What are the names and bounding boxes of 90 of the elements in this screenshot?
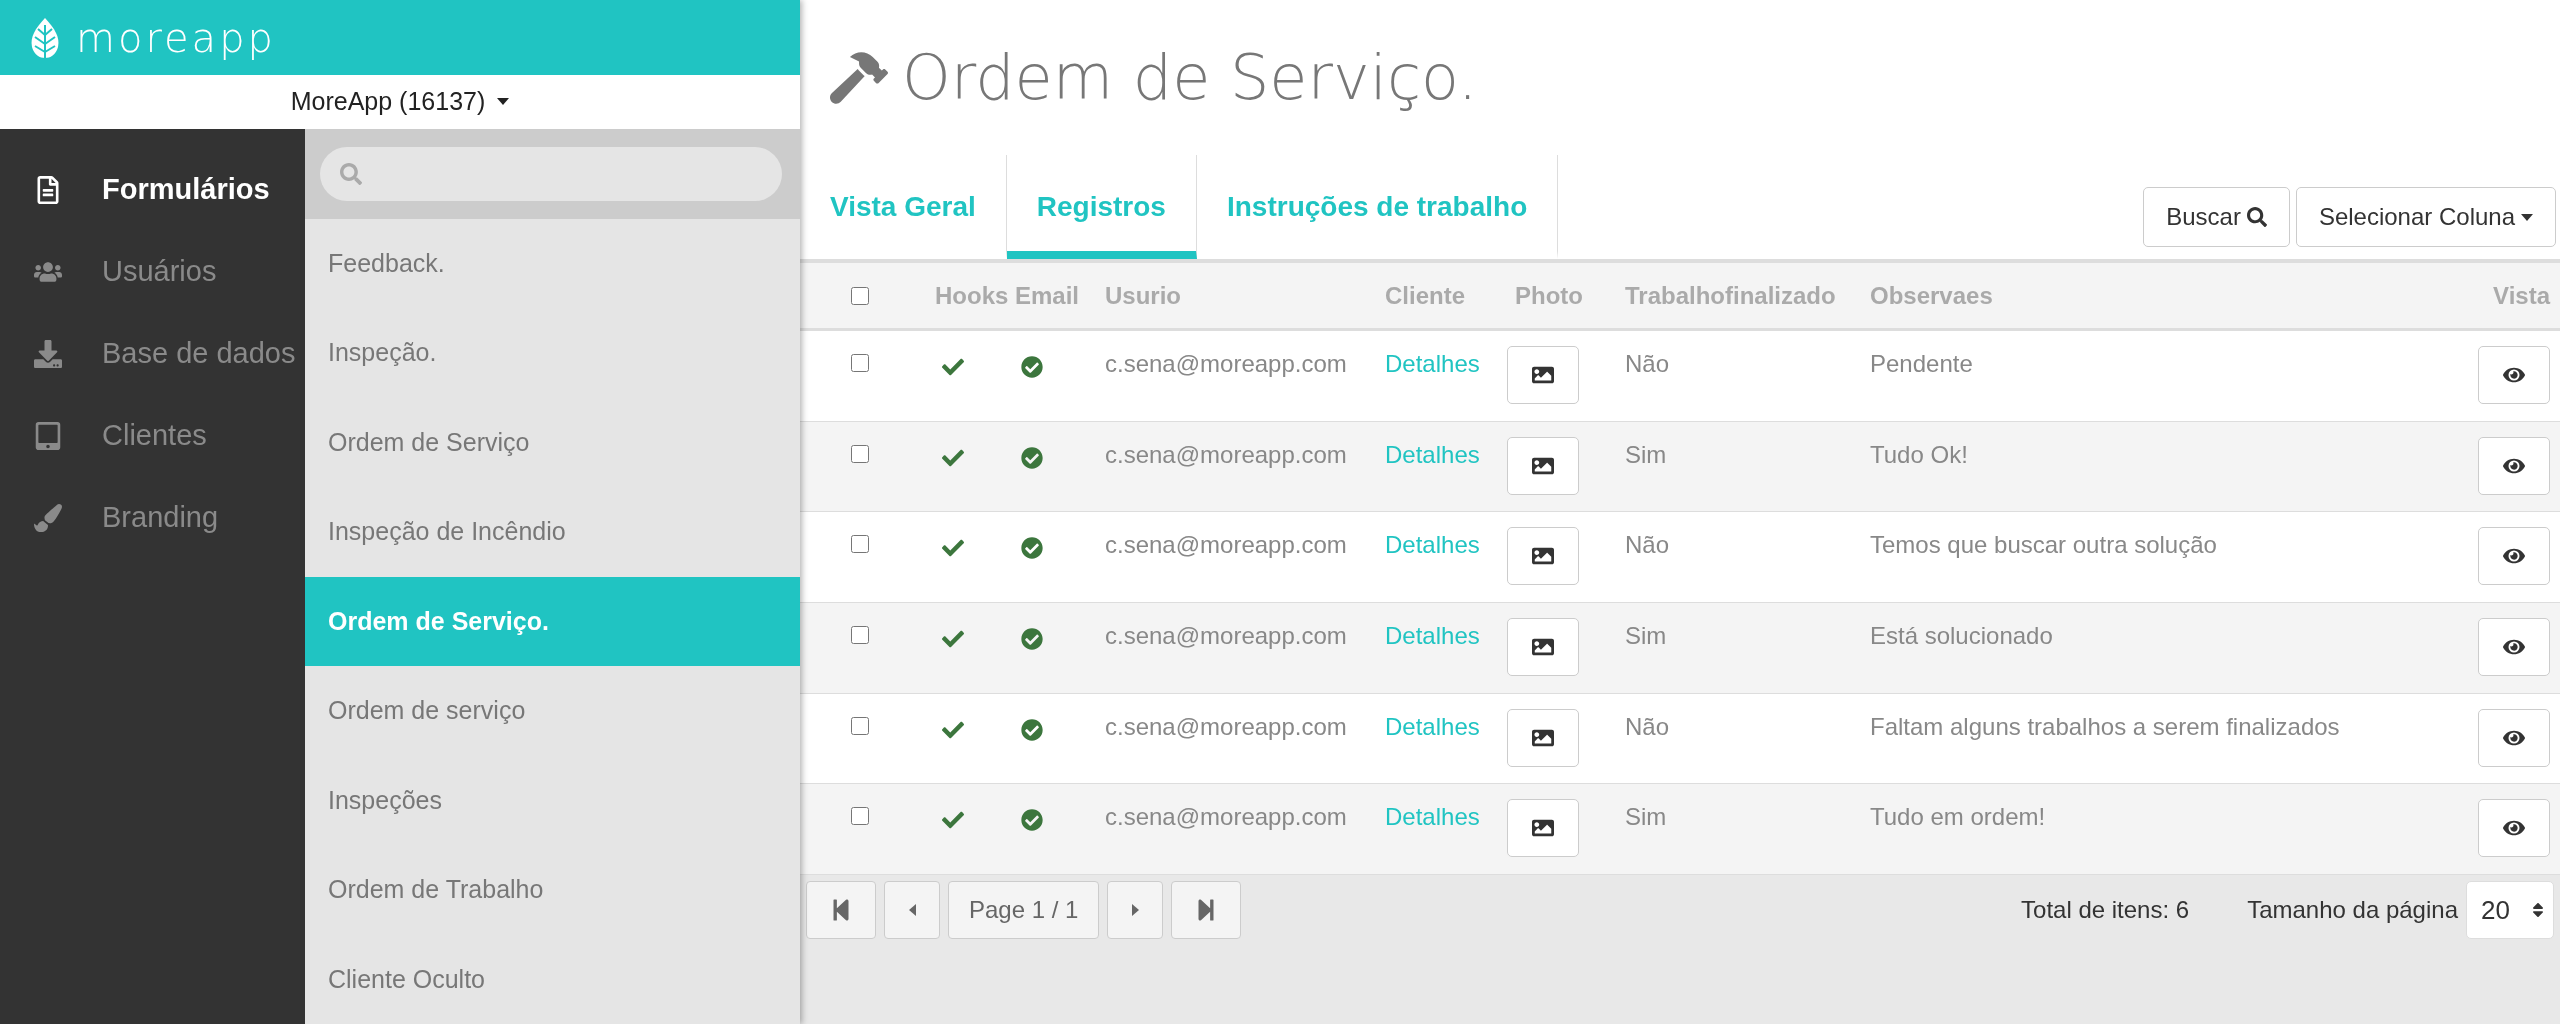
account-dropdown[interactable]: MoreApp (16137) (0, 75, 800, 129)
nav-item[interactable]: Base de dados (0, 312, 305, 395)
download-icon (34, 339, 62, 368)
page-title: Ordem de Serviço. (902, 41, 1478, 114)
table-cell-text: c.sena@moreapp.com (1105, 621, 1348, 651)
details-link[interactable]: Detalhes (1385, 708, 1480, 741)
last-page-button[interactable] (1171, 881, 1242, 940)
form-list-item[interactable]: Inspeção. (305, 308, 800, 398)
column-header: Usurio (1105, 281, 1182, 310)
column-header: Observaes (1870, 281, 1994, 310)
caret-icon (2521, 213, 2533, 221)
table-cell-text: Sim (1625, 439, 1668, 469)
table-cell-text: c.sena@moreapp.com (1105, 349, 1348, 378)
table-cell-text: Não (1625, 349, 1671, 378)
photo-button[interactable] (1507, 618, 1579, 677)
brand-name: moreapp (76, 14, 276, 61)
table-cell-text: Tudo em ordem! (1870, 802, 2047, 832)
form-list-item[interactable]: Ordem de Serviço (305, 397, 800, 487)
photo-button[interactable] (1507, 708, 1579, 767)
view-button[interactable] (2478, 346, 2550, 404)
photo-button[interactable] (1507, 436, 1579, 495)
details-link[interactable]: Detalhes (1385, 346, 1480, 378)
table-cell-text: c.sena@moreapp.com (1105, 439, 1348, 469)
row-checkbox[interactable] (851, 807, 869, 826)
form-list-item[interactable]: Inspeção de Incêndio (305, 487, 800, 577)
table-cell-text: Pendente (1870, 349, 1974, 378)
details-link[interactable]: Detalhes (1385, 527, 1480, 560)
photo-button[interactable] (1507, 799, 1579, 858)
table-cell-text: Sim (1625, 802, 1668, 832)
row-checkbox[interactable] (851, 716, 869, 735)
form-list-item[interactable]: Cliente Oculto (305, 934, 800, 1024)
page-size-label: Tamanho da página (2247, 896, 2458, 925)
column-header: Hooks (934, 281, 1010, 310)
column-header: Trabalhofinalizado (1625, 281, 1837, 310)
form-list-item[interactable]: Inspeções (305, 755, 800, 845)
caret-icon (497, 98, 510, 106)
paintbrush-icon (34, 503, 62, 532)
tab[interactable]: Vista Geral (800, 155, 1007, 259)
search-button[interactable]: Buscar (2143, 187, 2290, 247)
page-size-select[interactable]: 20 (2466, 881, 2554, 940)
tablet-icon (34, 421, 62, 450)
view-button[interactable] (2478, 527, 2550, 586)
nav-item[interactable]: Formulários (0, 148, 305, 231)
search-field[interactable] (320, 146, 782, 201)
photo-button[interactable] (1507, 346, 1579, 404)
table-cell-text: c.sena@moreapp.com (1105, 530, 1348, 560)
form-list-item[interactable]: Ordem de serviço (305, 666, 800, 756)
caret-right-icon (1131, 904, 1139, 917)
details-link[interactable]: Detalhes (1385, 436, 1480, 469)
table-cell-text: Sim (1625, 621, 1668, 651)
table-cell-text: c.sena@moreapp.com (1105, 802, 1348, 832)
row-checkbox[interactable] (851, 444, 869, 463)
details-link[interactable]: Detalhes (1385, 799, 1480, 832)
view-button[interactable] (2478, 436, 2550, 495)
table-cell-text: c.sena@moreapp.com (1105, 711, 1348, 741)
tab[interactable]: Instruções de trabalho (1196, 155, 1559, 259)
column-header: Photo (1515, 281, 1584, 310)
table-cell-text: Temos que buscar outra solução (1870, 530, 2218, 560)
image-icon (1532, 364, 1554, 386)
table-cell-text: Está solucionado (1870, 621, 2054, 651)
view-button[interactable] (2478, 799, 2550, 858)
row-checkbox[interactable] (851, 354, 869, 372)
table-cell-text: Não (1625, 711, 1671, 741)
nav-item[interactable]: Usuários (0, 230, 305, 313)
table-cell-text: Tudo Ok! (1870, 439, 1969, 469)
first-page-button[interactable] (806, 881, 876, 940)
form-list-item[interactable]: Feedback. (305, 218, 800, 308)
photo-button[interactable] (1507, 527, 1579, 586)
leaf-logo-icon (30, 16, 60, 59)
form-list-item[interactable]: Ordem de Trabalho (305, 845, 800, 935)
search-icon (340, 162, 362, 185)
page-indicator[interactable]: Page 1 / 1 (948, 881, 1100, 940)
select-column-button[interactable]: Selecionar Coluna (2295, 187, 2556, 247)
table-cell-text: Faltam alguns trabalhos a serem finalizados (1870, 711, 2341, 741)
row-checkbox[interactable] (851, 535, 869, 554)
select-all-checkbox[interactable] (851, 286, 869, 305)
caret-left-icon (908, 904, 916, 917)
details-link[interactable]: Detalhes (1385, 618, 1480, 651)
form-list-item[interactable]: Ordem de Serviço. (305, 576, 800, 666)
view-button[interactable] (2478, 708, 2550, 767)
row-checkbox[interactable] (851, 626, 869, 645)
view-button[interactable] (2478, 618, 2550, 677)
table-cell-text: Não (1625, 530, 1671, 560)
search-icon (2246, 207, 2267, 227)
column-header: Cliente (1385, 281, 1466, 310)
total-items-text: Total de itens: 6 (2021, 896, 2190, 925)
nav-item[interactable]: Clientes (0, 394, 305, 477)
column-header: Vista (2492, 281, 2552, 310)
column-header: Email (1015, 281, 1081, 310)
nav-item[interactable]: Branding (0, 476, 305, 559)
